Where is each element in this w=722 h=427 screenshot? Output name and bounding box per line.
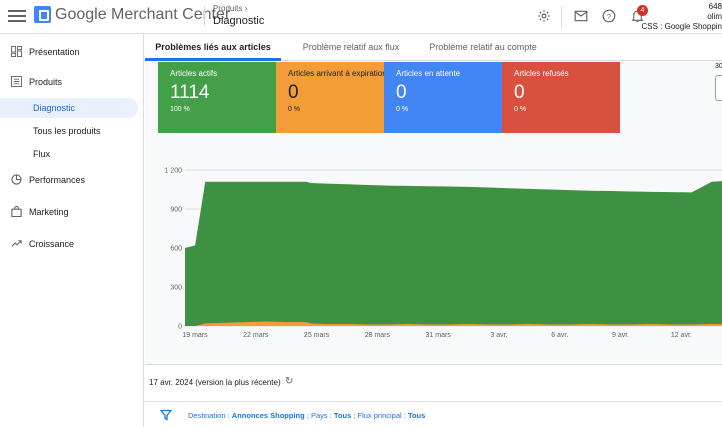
card-percent: 0 % xyxy=(396,106,409,113)
card-percent: 0 % xyxy=(514,106,527,113)
svg-text:?: ? xyxy=(607,12,611,21)
main-content: Problèmes liés aux articles Problème rel… xyxy=(145,34,722,427)
account-info[interactable]: 648 olim CSS : Google Shoppin xyxy=(642,2,722,32)
x-tick-label: 19 mars xyxy=(182,332,208,339)
card-disapproved-items[interactable]: Articles refusés 0 0 % xyxy=(502,62,620,133)
account-name: olim xyxy=(707,12,722,21)
hamburger-menu-icon[interactable] xyxy=(8,8,26,24)
series-area-active xyxy=(185,181,722,326)
sidebar-item-label: Présentation xyxy=(29,47,80,57)
sidebar-item-croissance[interactable]: Croissance xyxy=(0,233,144,255)
trending-up-icon xyxy=(10,238,22,250)
date-range-selector[interactable] xyxy=(715,75,722,101)
y-tick-label: 1 200 xyxy=(164,168,182,175)
x-tick-label: 12 avr. xyxy=(671,332,692,339)
card-title: Articles en attente xyxy=(396,69,461,78)
sidebar: Présentation Produits Diagnostic Tous le… xyxy=(0,34,144,427)
x-tick-label: 22 mars xyxy=(243,332,269,339)
items-area-chart: 0 300 600 900 1 200 19 mars 22 mars 25 mars 28 m… xyxy=(145,134,722,364)
card-value: 1114 xyxy=(170,82,210,103)
x-tick-label: 31 mars xyxy=(426,332,452,339)
merchant-center-logo-icon xyxy=(34,6,51,23)
filter-feed-value: Tous xyxy=(407,411,426,420)
css-label: CSS : Google Shoppin xyxy=(641,22,722,31)
card-expiring-items[interactable]: Articles arrivant à expiration 0 0 % xyxy=(276,62,394,133)
card-value: 0 xyxy=(514,82,525,103)
sidebar-item-label: Tous les produits xyxy=(33,126,101,136)
filter-feed-label: ; Flux principal : xyxy=(351,411,408,420)
footer-panel: 17 avr. 2024 (version la plus récente) ↻… xyxy=(145,364,722,427)
data-version-date: 17 avr. 2024 (version la plus récente) xyxy=(149,378,281,387)
card-title: Articles arrivant à expiration xyxy=(288,69,387,78)
help-icon[interactable]: ? xyxy=(601,8,617,24)
sidebar-item-flux[interactable]: Flux xyxy=(0,144,138,164)
tab-bar: Problèmes liés aux articles Problème rel… xyxy=(145,34,722,61)
sidebar-item-label: Marketing xyxy=(29,207,69,217)
card-percent: 100 % xyxy=(170,106,190,113)
x-tick-label: 25 mars xyxy=(304,332,330,339)
filter-country-label: ; Pays : xyxy=(304,411,334,420)
dashboard-icon xyxy=(10,46,22,58)
card-title: Articles refusés xyxy=(514,69,569,78)
settings-gear-icon[interactable] xyxy=(536,8,552,24)
sidebar-item-marketing[interactable]: Marketing xyxy=(0,201,144,223)
card-pending-items[interactable]: Articles en attente 0 0 % xyxy=(384,62,502,133)
mail-icon[interactable] xyxy=(573,8,589,24)
account-id: 648 xyxy=(708,2,722,11)
card-percent: 0 % xyxy=(288,106,301,113)
pie-chart-icon xyxy=(10,174,22,186)
filter-icon[interactable] xyxy=(159,408,173,421)
sidebar-item-produits[interactable]: Produits xyxy=(0,71,144,93)
list-icon xyxy=(10,76,22,88)
y-tick-label: 0 xyxy=(178,324,182,331)
sidebar-item-label: Croissance xyxy=(29,239,75,249)
edge-label: 30 xyxy=(715,63,722,70)
card-value: 0 xyxy=(396,82,407,103)
sidebar-item-label: Performances xyxy=(29,175,86,185)
filter-country-value: Tous xyxy=(333,411,352,420)
toolbar-divider xyxy=(561,6,562,28)
sidebar-item-label: Produits xyxy=(29,77,63,87)
y-tick-label: 300 xyxy=(170,285,182,292)
x-tick-label: 9 avr. xyxy=(612,332,629,339)
card-active-items[interactable]: Articles actifs 1114 100 % xyxy=(158,62,276,133)
card-value: 0 xyxy=(288,82,299,103)
card-title: Articles actifs xyxy=(170,69,218,78)
sidebar-item-label: Flux xyxy=(33,149,51,159)
x-tick-label: 28 mars xyxy=(365,332,391,339)
sidebar-item-performances[interactable]: Performances xyxy=(0,169,144,191)
shopping-bag-icon xyxy=(10,205,22,218)
sidebar-item-diagnostic[interactable]: Diagnostic xyxy=(0,98,138,118)
breadcrumb-parent[interactable]: Produits › xyxy=(213,4,247,13)
x-tick-label: 3 avr. xyxy=(490,332,507,339)
header-divider xyxy=(204,6,205,26)
x-tick-label: 6 avr. xyxy=(551,332,568,339)
refresh-icon[interactable]: ↻ xyxy=(285,376,293,387)
filter-destination-value: Annonces Shopping xyxy=(231,411,305,420)
top-bar: Google Merchant Center Produits › Diagno… xyxy=(0,0,722,34)
breadcrumb-current: Diagnostic xyxy=(213,15,265,27)
sidebar-item-presentation[interactable]: Présentation xyxy=(0,41,144,63)
sidebar-item-label: Diagnostic xyxy=(33,103,76,113)
tab-feed-issues[interactable]: Problème relatif aux flux xyxy=(291,34,411,61)
y-tick-label: 900 xyxy=(170,207,182,214)
tab-account-issues[interactable]: Problème relatif au compte xyxy=(419,34,547,61)
y-tick-label: 600 xyxy=(170,246,182,253)
tab-item-issues[interactable]: Problèmes liés aux articles xyxy=(145,34,281,61)
active-filters[interactable]: Destination : Annonces Shopping ; Pays :… xyxy=(188,411,425,420)
sidebar-item-all-products[interactable]: Tous les produits xyxy=(0,121,138,141)
filter-destination-label: Destination : xyxy=(188,411,232,420)
filter-divider xyxy=(145,401,722,402)
